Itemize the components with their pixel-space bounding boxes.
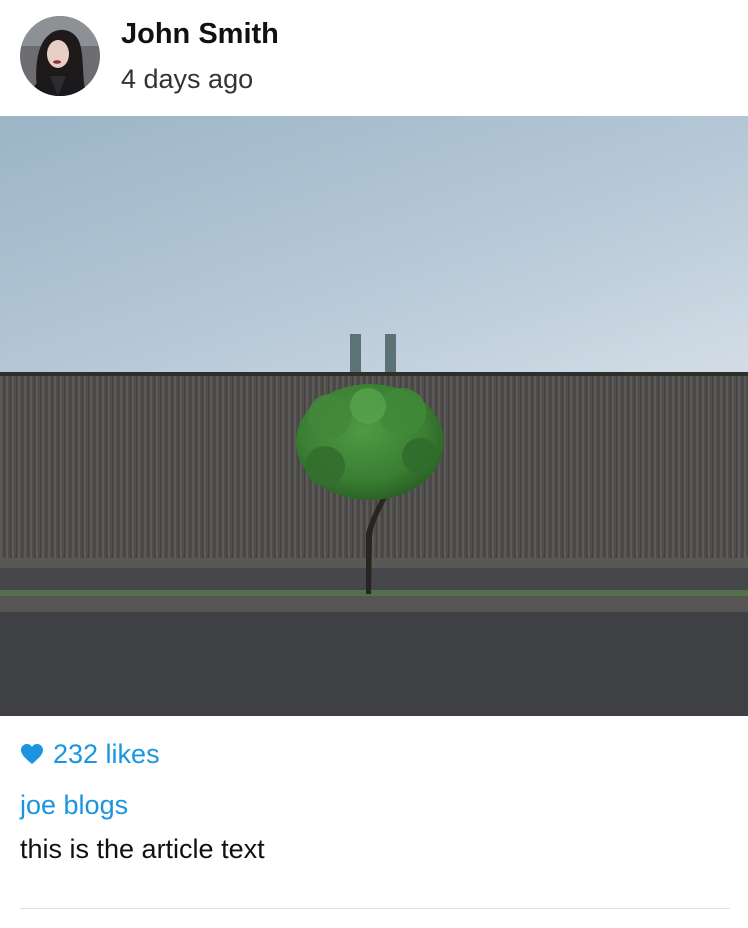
post-timestamp: 4 days ago [121,64,254,94]
post-photo[interactable] [0,116,748,716]
post-header: John Smith 4 days ago [0,0,748,116]
likes-count[interactable]: 232 likes [53,739,160,770]
heart-icon[interactable] [20,743,44,765]
author-name[interactable]: John Smith [121,18,279,51]
post-card: John Smith 4 days ago 232 likes joe blog… [0,0,748,928]
comment-author[interactable]: joe blogs [20,790,128,821]
divider [20,908,730,909]
likes-row[interactable]: 232 likes [20,736,160,772]
avatar[interactable] [20,16,100,96]
comment-text: this is the article text [20,834,265,864]
